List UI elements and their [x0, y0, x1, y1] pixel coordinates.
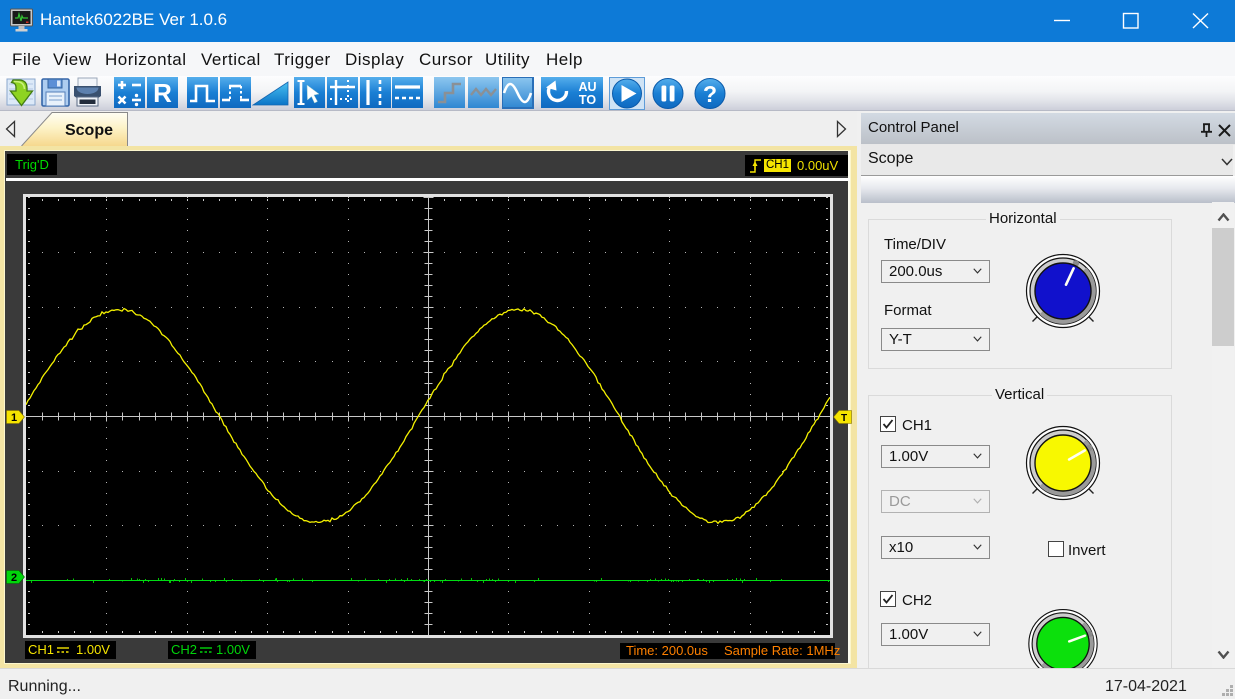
svg-text:1: 1: [11, 412, 17, 424]
svg-text:?: ?: [703, 81, 717, 107]
svg-text:TO: TO: [579, 93, 596, 107]
svg-text:R: R: [153, 78, 172, 108]
svg-text:AU: AU: [578, 80, 596, 94]
svg-text:2: 2: [11, 572, 17, 584]
svg-text:T: T: [841, 413, 847, 424]
svg-text:Scope: Scope: [65, 122, 113, 139]
